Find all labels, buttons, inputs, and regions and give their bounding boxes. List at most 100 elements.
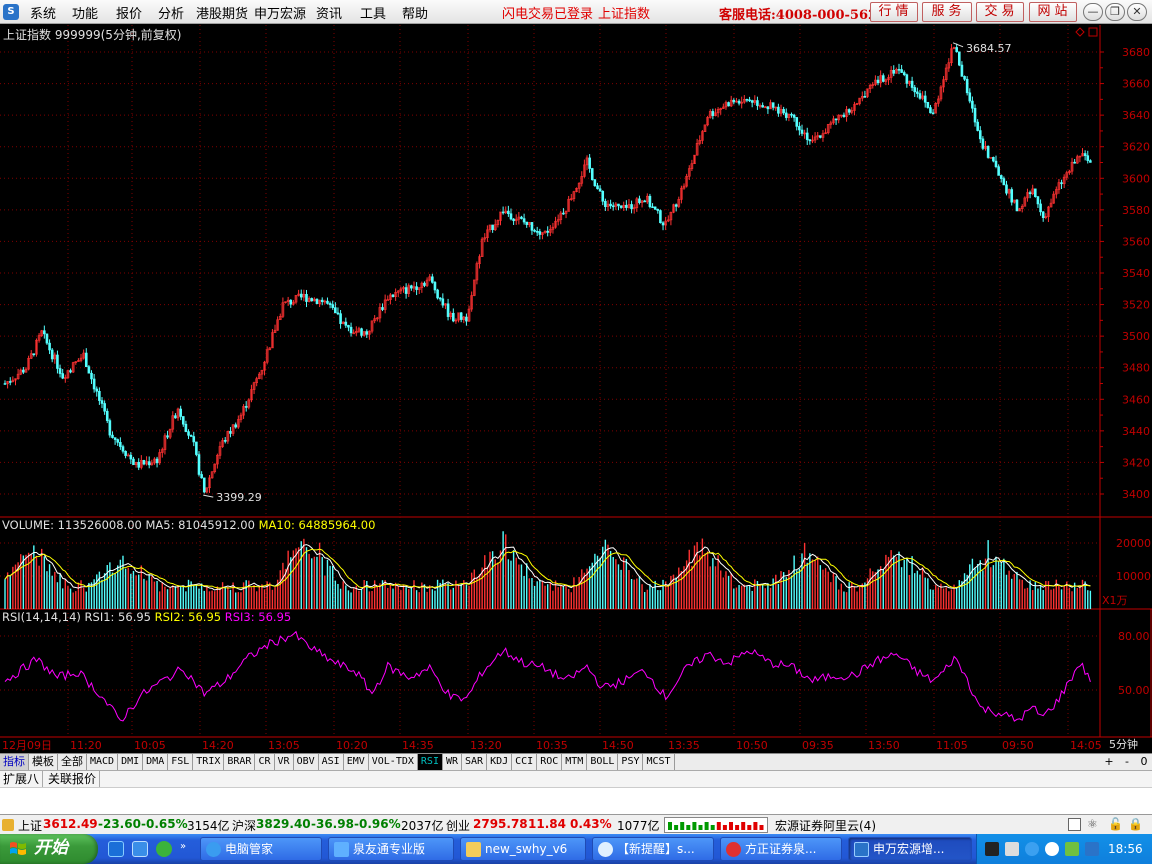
menu-5[interactable]: 申万宏源 bbox=[252, 3, 308, 22]
breadth-bar bbox=[692, 822, 697, 830]
maximize-panel-icon[interactable] bbox=[1088, 27, 1098, 37]
kline-chart[interactable]: 3400 3420 3440 3460 3480 3500 3520 3540 3560 3580… bbox=[0, 25, 1152, 753]
lock-icon[interactable]: 🔒 bbox=[1128, 817, 1143, 831]
rsi2-value: RSI2: 56.95 bbox=[154, 610, 222, 624]
menu-0[interactable]: 系统 bbox=[28, 3, 58, 22]
tab-指标[interactable]: 指标 bbox=[0, 754, 29, 771]
tab-dmi[interactable]: DMI bbox=[118, 754, 144, 771]
tab-rsi[interactable]: RSI bbox=[417, 754, 443, 771]
tab-asi[interactable]: ASI bbox=[319, 754, 344, 771]
candle-body bbox=[737, 100, 741, 104]
candle-body bbox=[1041, 211, 1045, 218]
task-pc-manager[interactable]: 电脑管家 bbox=[200, 837, 322, 861]
quicklaunch-more-icon[interactable]: » bbox=[180, 841, 190, 857]
speaker-tray-icon[interactable] bbox=[1005, 842, 1019, 856]
tab-vol-tdx[interactable]: VOL-TDX bbox=[369, 754, 418, 771]
task-quanyoutong[interactable]: 泉友通专业版 bbox=[328, 837, 454, 861]
minimize-icon[interactable]: — bbox=[1083, 3, 1103, 21]
menu-7[interactable]: 工具 bbox=[358, 3, 388, 22]
tab-macd[interactable]: MACD bbox=[87, 754, 119, 771]
input-method-tray-icon[interactable] bbox=[1085, 842, 1099, 856]
restore-icon[interactable]: ❐ bbox=[1105, 3, 1125, 21]
candle-body bbox=[310, 298, 314, 302]
task-reminder[interactable]: 【新提醒】s... bbox=[592, 837, 714, 861]
tab-全部[interactable]: 全部 bbox=[58, 754, 87, 771]
time-label: 13:05 bbox=[268, 739, 300, 752]
market-breadth-icon[interactable] bbox=[664, 817, 768, 833]
tab-related-quotes[interactable]: 关联报价 bbox=[45, 771, 101, 787]
menu-2[interactable]: 报价 bbox=[114, 3, 144, 22]
start-button[interactable]: 开始 bbox=[0, 834, 98, 864]
candle-body bbox=[913, 87, 917, 93]
360-quicklaunch-icon[interactable] bbox=[156, 841, 172, 857]
app-tray-icon[interactable] bbox=[1065, 842, 1079, 856]
tab-cci[interactable]: CCI bbox=[512, 754, 538, 771]
app-logo-icon[interactable]: S bbox=[3, 4, 19, 20]
menu-1[interactable]: 功能 bbox=[70, 3, 100, 22]
task-folder[interactable]: new_swhy_v6 bbox=[460, 837, 586, 861]
tab-extension-8[interactable]: 扩展八 bbox=[0, 771, 44, 787]
menu-3[interactable]: 分析 bbox=[156, 3, 186, 22]
candle-body bbox=[535, 231, 539, 233]
service-button[interactable]: 服务 bbox=[922, 2, 972, 22]
broker-name[interactable]: 宏源证券阿里云(4) bbox=[775, 817, 876, 834]
tab-vr[interactable]: VR bbox=[275, 754, 294, 771]
tab-kdj[interactable]: KDJ bbox=[487, 754, 513, 771]
tab-psy[interactable]: PSY bbox=[618, 754, 644, 771]
reset-zoom-button[interactable]: 0 bbox=[1137, 755, 1151, 769]
monitor-tray-icon[interactable] bbox=[985, 842, 999, 856]
wireless-icon[interactable]: ⚛ bbox=[1087, 817, 1098, 831]
login-status[interactable]: 闪电交易已登录 bbox=[502, 3, 593, 22]
tab-trix[interactable]: TRIX bbox=[193, 754, 225, 771]
trade-button[interactable]: 交易 bbox=[976, 2, 1024, 22]
candle-body bbox=[121, 446, 125, 452]
tab-mcst[interactable]: MCST bbox=[643, 754, 675, 771]
ie-quicklaunch-icon[interactable] bbox=[108, 841, 124, 857]
tab-wr[interactable]: WR bbox=[443, 754, 463, 771]
tab-模板[interactable]: 模板 bbox=[29, 754, 58, 771]
index-link[interactable]: 上证指数 bbox=[598, 3, 650, 22]
candle-body bbox=[795, 117, 799, 127]
candle-body bbox=[798, 126, 801, 131]
candle-body bbox=[784, 112, 788, 118]
menu-8[interactable]: 帮助 bbox=[400, 3, 430, 22]
tab-boll[interactable]: BOLL bbox=[587, 754, 619, 771]
candle-body bbox=[56, 354, 59, 369]
task-swhy[interactable]: 申万宏源增... bbox=[848, 837, 972, 861]
task-founder-securities[interactable]: 方正证券泉... bbox=[720, 837, 842, 861]
menu-4[interactable]: 港股期货 bbox=[194, 3, 250, 22]
candle-body bbox=[973, 107, 977, 123]
window-layout-icon[interactable] bbox=[1068, 818, 1081, 831]
status-menu-icon[interactable] bbox=[2, 819, 14, 831]
extension-panel bbox=[0, 787, 1152, 814]
candle-body bbox=[1034, 188, 1037, 197]
shield-tray-icon[interactable] bbox=[1025, 842, 1039, 856]
volume-tick-label: 20000 bbox=[1116, 537, 1151, 550]
chart-corner-icons[interactable] bbox=[1075, 27, 1098, 37]
quotes-button[interactable]: 行情 bbox=[870, 2, 918, 22]
tab-brar[interactable]: BRAR bbox=[224, 754, 256, 771]
tab-fsl[interactable]: FSL bbox=[168, 754, 194, 771]
zoom-out-button[interactable]: - bbox=[1120, 755, 1134, 769]
website-button[interactable]: 网站 bbox=[1029, 2, 1077, 22]
candle-body bbox=[147, 461, 151, 466]
tab-mtm[interactable]: MTM bbox=[562, 754, 588, 771]
chart-area[interactable]: 3400 3420 3440 3460 3480 3500 3520 3540 3560 3580… bbox=[0, 25, 1152, 753]
tab-cr[interactable]: CR bbox=[255, 754, 275, 771]
candle-body bbox=[596, 185, 599, 190]
diamond-icon[interactable] bbox=[1075, 27, 1085, 37]
menu-6[interactable]: 资讯 bbox=[314, 3, 344, 22]
tab-roc[interactable]: ROC bbox=[537, 754, 563, 771]
price-tick-label: 3580 bbox=[1122, 204, 1150, 217]
candle-body bbox=[999, 175, 1003, 179]
tab-emv[interactable]: EMV bbox=[344, 754, 369, 771]
breadth-bar bbox=[668, 822, 672, 830]
network-tray-icon[interactable] bbox=[1045, 842, 1059, 856]
tab-dma[interactable]: DMA bbox=[143, 754, 169, 771]
tab-obv[interactable]: OBV bbox=[294, 754, 319, 771]
browser-quicklaunch-icon[interactable] bbox=[132, 841, 148, 857]
close-icon[interactable]: ✕ bbox=[1127, 3, 1147, 21]
zoom-in-button[interactable]: + bbox=[1102, 755, 1116, 769]
unlock-icon[interactable]: 🔓 bbox=[1108, 817, 1123, 831]
tab-sar[interactable]: SAR bbox=[462, 754, 488, 771]
